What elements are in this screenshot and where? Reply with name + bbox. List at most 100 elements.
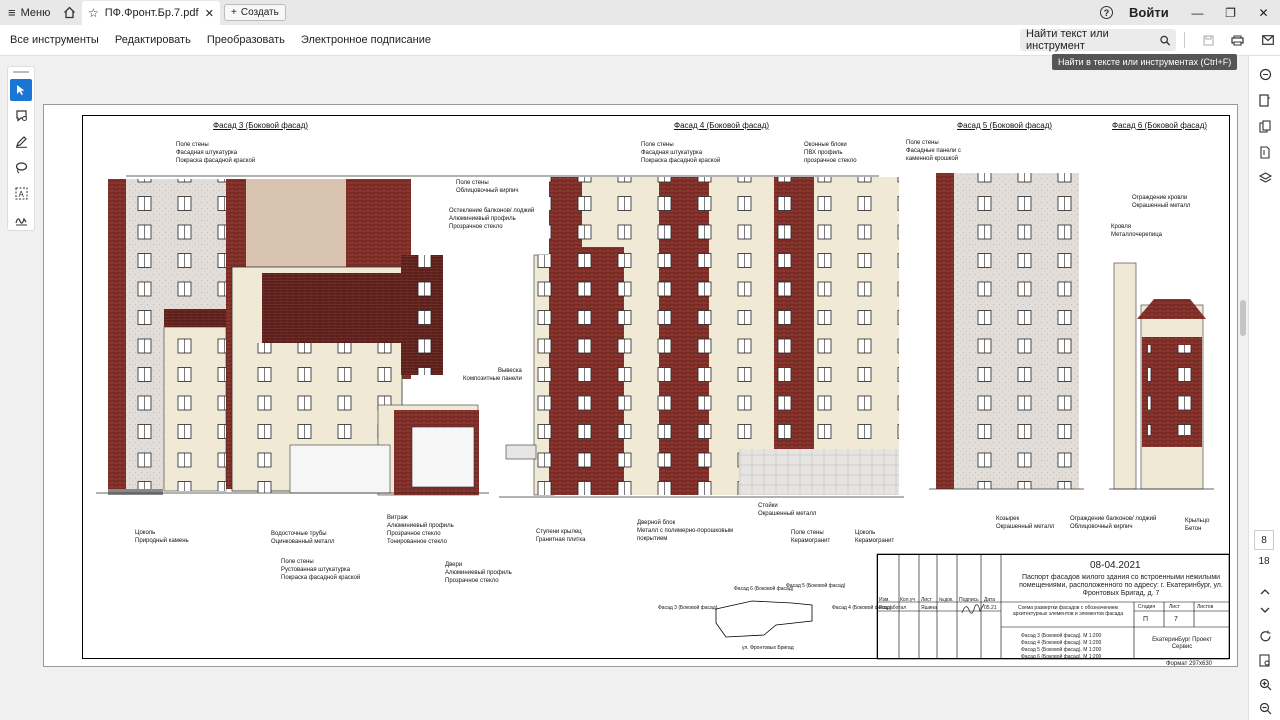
search-tools-input[interactable]: Найти текст или инструмент (1020, 28, 1176, 52)
title-bar: ≡ Меню ☆ ПФ.Фронт.Бр.7.pdf ✕ + Создать ?… (0, 0, 1280, 25)
menu-edit[interactable]: Редактировать (107, 25, 199, 56)
pen-icon (15, 136, 27, 148)
print-icon[interactable] (1231, 35, 1244, 46)
annotation: Ограждение кровли Окрашенный металл (1132, 195, 1191, 209)
annotation: Цоколь Керамогранит (855, 530, 895, 544)
search-tooltip: Найти в тексте или инструментах (Ctrl+F) (1052, 54, 1238, 70)
annotation: Крыльцо Бетон (1185, 518, 1210, 532)
annotation: Кровля Металлочерепица (1111, 224, 1163, 238)
key-label: Фасад 4 (Боковой фасад) (832, 605, 892, 611)
tab-title: ПФ.Фронт.Бр.7.pdf (104, 7, 199, 19)
layers-icon[interactable] (1257, 170, 1273, 186)
maximize-icon[interactable]: ❐ (1214, 0, 1247, 25)
key-plan: Фасад 6 (Боковой фасад) Фасад 5 (Боковой… (656, 583, 892, 653)
close-tab-icon[interactable]: ✕ (205, 7, 214, 20)
help-icon[interactable]: ? (1100, 6, 1113, 19)
annotation: Ограждение балконов/ лоджий Облицовочный … (1070, 516, 1157, 530)
text-box-icon: A (15, 187, 27, 200)
page-tools-icon[interactable] (1257, 652, 1273, 668)
text-tool[interactable]: A (10, 182, 32, 204)
scrollbar-thumb[interactable] (1240, 300, 1246, 336)
facade-5 (929, 173, 1084, 490)
ai-assistant-icon[interactable] (1257, 66, 1273, 82)
facade-6 (1109, 262, 1214, 490)
home-icon (63, 6, 75, 19)
menu-all-tools[interactable]: Все инструменты (0, 25, 107, 56)
facade-3-title: Фасад 3 (Боковой фасад) (213, 121, 309, 130)
stage-value: П (1143, 616, 1149, 623)
stamp-role: Разработал (879, 605, 907, 611)
key-label: Фасад 3 (Боковой фасад) (658, 605, 718, 611)
signature-icon (14, 217, 27, 226)
vertical-scrollbar[interactable] (1238, 56, 1248, 720)
chevron-up-icon[interactable] (1257, 584, 1273, 600)
annotation: Водосточные трубы Оцинкованный металл (271, 531, 335, 545)
stamp-sign-date: 05.21 (984, 605, 997, 611)
page-total: 18 (1258, 556, 1270, 567)
annotation: Поле стены Облицовочный кирпич (456, 180, 519, 194)
attachment-icon[interactable] (1257, 144, 1273, 160)
annotation: Поле стены Фасадная штукатурка Покраска фа… (641, 142, 721, 164)
zoom-in-icon[interactable] (1257, 676, 1273, 692)
draw-tool[interactable] (10, 156, 32, 178)
menu-e-sign[interactable]: Электронное подписание (293, 25, 439, 56)
annotation: Вывеска Композитные панели (463, 368, 522, 382)
tab-document[interactable]: ☆ ПФ.Фронт.Бр.7.pdf ✕ (82, 1, 220, 25)
minimize-icon[interactable]: — (1181, 0, 1214, 25)
stamp-date: 08-04.2021 (1090, 560, 1141, 571)
star-icon[interactable]: ☆ (88, 6, 99, 20)
project-name: Паспорт фасадов жилого здания со встроен… (1019, 574, 1223, 597)
annotation: Оконные блоки ПВХ профиль прозрачное стекл… (804, 142, 857, 164)
key-street: ул. Фронтовых Бригад (742, 645, 794, 651)
toolbar-divider (1184, 32, 1185, 48)
signature-image (961, 603, 985, 614)
facade-4-title: Фасад 4 (Боковой фасад) (674, 121, 770, 130)
annotation: Стойки Окрашенный металл (758, 503, 817, 517)
stage-header: Листов (1197, 604, 1214, 610)
annotation: Остекление балконов/ лоджий Алюминиевый п… (449, 208, 535, 230)
menu-convert[interactable]: Преобразовать (199, 25, 293, 56)
home-button[interactable] (56, 0, 82, 25)
annotation: Цоколь Природный камень (135, 530, 189, 544)
panel-handle[interactable] (13, 71, 29, 73)
stamp-header: Лист (921, 597, 932, 603)
annotation: Поле стены Фасадная штукатурка Покраска фа… (176, 142, 256, 164)
left-tool-panel: A (7, 66, 35, 231)
select-tool[interactable] (10, 78, 32, 101)
sign-tool[interactable] (10, 208, 32, 230)
save-icon[interactable] (1203, 35, 1214, 46)
bookmark-icon[interactable] (1257, 92, 1273, 108)
rotate-icon[interactable] (1257, 628, 1273, 644)
lasso-icon (15, 162, 27, 174)
zoom-out-icon[interactable] (1257, 700, 1273, 716)
signin-button[interactable]: Войти (1129, 5, 1169, 20)
annotation: Двери Алюминиевый профиль Прозрачное стекл… (445, 562, 512, 584)
right-tool-panel (1248, 56, 1280, 720)
stamp-header: Кол.уч (900, 597, 915, 603)
search-label: Найти текст или инструмент (1026, 28, 1109, 52)
hamburger-icon: ≡ (8, 5, 16, 20)
stamp-header: №док. (939, 597, 954, 603)
close-window-icon[interactable]: ✕ (1247, 0, 1280, 25)
pages-icon[interactable] (1257, 118, 1273, 134)
key-label: Фасад 5 (Боковой фасад) (786, 583, 846, 589)
svg-text:A: A (18, 190, 24, 199)
search-icon (1160, 35, 1170, 46)
cursor-icon (17, 84, 25, 95)
comment-icon (15, 110, 27, 122)
chevron-down-icon[interactable] (1257, 602, 1273, 618)
page-number-input[interactable]: 8 (1254, 530, 1274, 550)
comment-tool[interactable] (10, 105, 32, 127)
new-tab-button[interactable]: + Создать (224, 4, 286, 21)
sheet-title: Схема развертки фасадов с обозначением а… (1012, 605, 1124, 617)
facade-6-title: Фасад 6 (Боковой фасад) (1112, 121, 1208, 130)
menu-button[interactable]: ≡ Меню (0, 0, 58, 25)
highlight-tool[interactable] (10, 131, 32, 153)
annotation: Поле стены Керамогранит (791, 530, 831, 544)
email-icon[interactable] (1262, 35, 1274, 45)
annotation: Поле стены Фасадные панели с каменной крош… (906, 140, 961, 162)
stage-header: Стадия (1138, 604, 1156, 610)
new-tab-label: Создать (240, 7, 279, 18)
sheet-value: 7 (1174, 616, 1178, 623)
facade-5-title: Фасад 5 (Боковой фасад) (957, 121, 1053, 130)
